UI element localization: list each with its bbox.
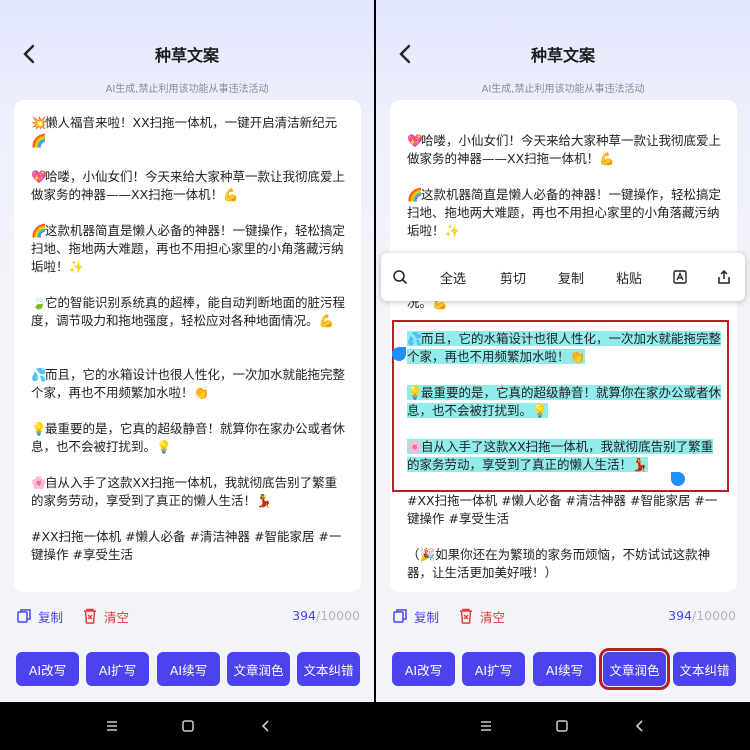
paragraph: 💖哈喽，小仙女们！今天来给大家种草一款让我彻底爱上做家务的神器——XX扫拖一体机…	[31, 169, 346, 202]
back-nav-button[interactable]	[630, 716, 650, 736]
menu-nav-button[interactable]	[476, 716, 496, 736]
text-context-menu: 全选 剪切 复制 粘贴	[381, 253, 745, 301]
ai-rewrite-button[interactable]: AI改写	[16, 652, 79, 686]
paragraph: 🌸自从入手了这款XX扫拖一体机，我就彻底告别了繁重的家务劳动，享受到了真正的懒人…	[31, 475, 338, 508]
selection-end-handle[interactable]	[671, 472, 685, 486]
header: 种草文案	[0, 38, 374, 70]
paragraph: 💡最重要的是，它真的超级静音！就算你在家办公或者休息，也不会被打扰到。💡	[31, 421, 346, 454]
text-editor[interactable]: 💥懒人福音来啦！XX扫拖一体机，一键开启清洁新纪元🌈 💖哈喽，小仙女们！今天来给…	[14, 100, 361, 592]
system-nav-bar	[0, 702, 750, 750]
ai-continue-button[interactable]: AI续写	[157, 652, 220, 686]
share-button[interactable]	[707, 253, 741, 301]
hashtags: #XX扫拖一体机 #懒人必备 #清洁神器 #智能家居 #一键操作 #享受生活	[407, 493, 718, 526]
square-icon	[182, 720, 194, 732]
back-nav-button[interactable]	[256, 716, 276, 736]
translate-button[interactable]	[663, 253, 697, 301]
menu-icon	[481, 721, 491, 731]
disclaimer-text: AI生成,禁止利用该功能从事违法活动	[481, 84, 645, 95]
ai-rewrite-button[interactable]: AI改写	[392, 652, 455, 686]
editor-toolbar: 复制 清空 394/10000	[392, 604, 736, 628]
char-counter: 394/10000	[668, 608, 736, 623]
hashtags: #XX扫拖一体机 #懒人必备 #清洁神器 #智能家居 #一键操作 #享受生活	[31, 529, 342, 562]
paragraph: 🌈这款机器简直是懒人必备的神器！一键操作，轻松搞定扫地、拖地两大难题，再也不用担…	[407, 187, 722, 238]
paragraph: （🎉如果你还在为繁琐的家务而烦恼，不妨试试这款神器，让生活更加美好哦！）	[407, 547, 711, 580]
copy-button[interactable]: 复制	[16, 604, 63, 628]
copy-icon	[17, 609, 31, 623]
clear-button[interactable]: 清空	[82, 604, 129, 628]
ai-action-bar: AI改写 AI扩写 AI续写 文章润色 文本纠错	[16, 652, 360, 688]
ai-continue-button[interactable]: AI续写	[533, 652, 596, 686]
header: 种草文案	[376, 38, 750, 70]
search-icon	[393, 270, 408, 285]
paragraph: 💦而且，它的水箱设计也很人性化，一次加水就能拖完整个家，再也不用频繁加水啦！👏	[31, 367, 346, 400]
menu-nav-button[interactable]	[102, 716, 122, 736]
ai-action-bar: AI改写 AI扩写 AI续写 文章润色 文本纠错	[392, 648, 736, 690]
text-box-icon	[673, 270, 687, 284]
ai-expand-button[interactable]: AI扩写	[462, 652, 525, 686]
trash-icon	[84, 608, 96, 624]
chevron-left-icon	[635, 720, 643, 732]
selection-annotation-box	[392, 320, 729, 492]
share-icon	[718, 269, 730, 284]
paragraph: 💖哈喽，小仙女们！今天来给大家种草一款让我彻底爱上做家务的神器——XX扫拖一体机…	[407, 133, 722, 166]
copy-menu-button[interactable]: 复制	[543, 253, 599, 301]
char-counter: 394/10000	[292, 608, 360, 623]
paragraph: 🌈这款机器简直是懒人必备的神器！一键操作，轻松搞定扫地、拖地两大难题，再也不用担…	[31, 223, 346, 274]
trash-icon	[460, 608, 472, 624]
editor-toolbar: 复制 清空 394/10000	[16, 604, 360, 628]
polish-button[interactable]: 文章润色	[599, 648, 670, 690]
proofread-button[interactable]: 文本纠错	[673, 652, 736, 686]
proofread-button[interactable]: 文本纠错	[297, 652, 360, 686]
search-button[interactable]	[381, 253, 419, 301]
selection-start-handle[interactable]	[392, 347, 406, 361]
copy-button[interactable]: 复制	[392, 604, 439, 628]
cut-button[interactable]: 剪切	[485, 253, 541, 301]
page-title: 种草文案	[530, 46, 595, 65]
page-title: 种草文案	[154, 46, 219, 65]
select-all-button[interactable]: 全选	[425, 253, 481, 301]
chevron-left-icon	[261, 720, 269, 732]
home-nav-button[interactable]	[552, 716, 572, 736]
home-nav-button[interactable]	[178, 716, 198, 736]
ai-expand-button[interactable]: AI扩写	[86, 652, 149, 686]
paragraph: 💥懒人福音来啦！XX扫拖一体机，一键开启清洁新纪元🌈	[31, 115, 338, 148]
disclaimer-text: AI生成,禁止利用该功能从事违法活动	[105, 84, 269, 95]
paste-button[interactable]: 粘贴	[601, 253, 657, 301]
polish-button[interactable]: 文章润色	[227, 652, 290, 686]
square-icon	[556, 720, 568, 732]
paragraph: 🍃它的智能识别系统真的超棒，能自动判断地面的脏污程度，调节吸力和拖地强度，轻松应…	[31, 295, 346, 328]
clear-button[interactable]: 清空	[458, 604, 505, 628]
copy-icon	[393, 609, 407, 623]
menu-icon	[107, 721, 117, 731]
left-screen: 种草文案 AI生成,禁止利用该功能从事违法活动 💥懒人福音来啦！XX扫拖一体机，…	[0, 0, 374, 702]
